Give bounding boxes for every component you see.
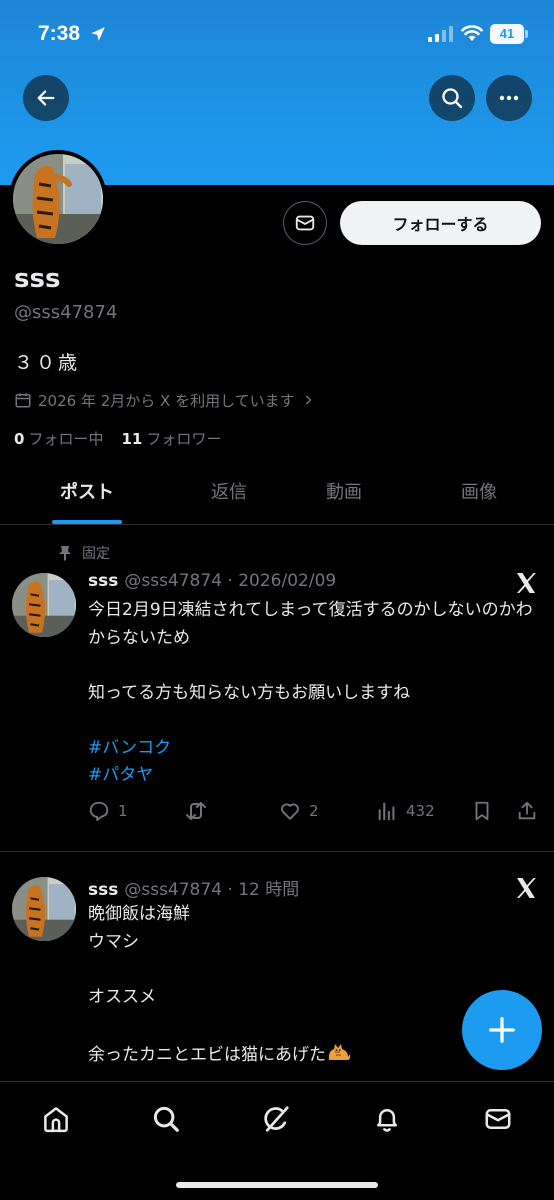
like-button[interactable]: 2 xyxy=(279,798,319,824)
hashtag-link[interactable]: #バンコク xyxy=(88,735,548,763)
post-divider xyxy=(0,851,554,852)
location-arrow-icon xyxy=(91,27,105,41)
following-count: 0 xyxy=(14,430,25,448)
plus-icon xyxy=(489,1017,515,1043)
post-text: 今日2月9日凍結されてしまって復活するのかしないのかわからないため 知ってる方も… xyxy=(88,597,548,790)
calendar-icon xyxy=(15,393,31,408)
profile-avatar[interactable] xyxy=(9,150,107,248)
like-count: 2 xyxy=(309,802,319,820)
active-tab-indicator xyxy=(52,520,122,524)
post-avatar[interactable] xyxy=(12,573,76,637)
envelope-icon xyxy=(295,215,315,231)
repost-icon xyxy=(186,802,206,820)
message-button[interactable] xyxy=(283,201,327,245)
compose-button[interactable] xyxy=(462,990,542,1070)
avatar-image xyxy=(13,154,103,244)
joined-text: 2026 年 2月から X を利用しています xyxy=(38,391,295,410)
envelope-icon xyxy=(485,1109,511,1129)
tab-posts[interactable]: ポスト xyxy=(22,470,152,524)
bookmark-icon xyxy=(475,801,489,821)
home-indicator xyxy=(176,1182,378,1188)
x-logo-icon xyxy=(517,878,536,898)
share-button[interactable] xyxy=(516,798,538,824)
pinned-indicator: 固定 xyxy=(58,543,110,563)
tab-replies[interactable]: 返信 xyxy=(164,470,294,524)
x-logo-icon xyxy=(517,573,536,593)
post-author-name[interactable]: sss xyxy=(88,880,118,900)
tab-images[interactable]: 画像 xyxy=(414,470,544,524)
status-bar: 7:38 41 xyxy=(0,0,554,70)
chevron-right-icon xyxy=(305,395,311,405)
post-author-name[interactable]: sss xyxy=(88,571,118,591)
battery-level: 41 xyxy=(499,26,515,41)
hashtag-link[interactable]: #パタヤ xyxy=(88,762,548,790)
search-button[interactable] xyxy=(429,75,475,121)
analytics-icon xyxy=(378,802,395,821)
post-header: sss @sss47874 · 2026/02/09 xyxy=(88,571,336,595)
followers-label: フォロワー xyxy=(146,430,222,448)
profile-handle: @sss47874 xyxy=(14,302,118,323)
home-icon xyxy=(44,1107,68,1133)
view-count: 432 xyxy=(406,802,435,820)
search-icon xyxy=(442,88,463,109)
following-stat[interactable]: 0 フォロー中 xyxy=(14,428,103,449)
nav-search[interactable] xyxy=(149,1102,183,1136)
following-label: フォロー中 xyxy=(28,430,104,448)
profile-tabs: ポスト 返信 動画 画像 xyxy=(0,470,554,525)
pin-icon xyxy=(59,546,71,561)
bell-icon xyxy=(377,1109,397,1132)
post-body: 今日2月9日凍結されてしまって復活するのかしないのかわからないため 知ってる方も… xyxy=(88,600,533,703)
post-actions: 1 2 432 xyxy=(88,798,542,824)
nav-notifications[interactable] xyxy=(370,1102,404,1136)
battery-indicator: 41 xyxy=(490,24,528,44)
profile-bio: ３０歳 xyxy=(14,352,81,374)
post-body: 晩御飯は海鮮 ウマシ オススメ 余ったカニとエビは猫にあげた xyxy=(88,904,326,1065)
back-button[interactable] xyxy=(23,75,69,121)
profile-display-name: sss xyxy=(14,264,61,294)
search-icon xyxy=(153,1106,179,1132)
followers-count: 11 xyxy=(121,430,143,448)
nav-home[interactable] xyxy=(39,1102,73,1136)
wifi-icon xyxy=(461,25,483,41)
reply-button[interactable]: 1 xyxy=(88,798,128,824)
follow-stats: 0 フォロー中 11 フォロワー xyxy=(14,428,221,449)
cellular-signal-icon xyxy=(428,26,453,42)
post-avatar[interactable] xyxy=(12,877,76,941)
more-button[interactable] xyxy=(486,75,532,121)
share-icon xyxy=(518,801,536,820)
reply-icon xyxy=(89,801,109,822)
more-horizontal-icon xyxy=(499,95,519,101)
repost-button[interactable] xyxy=(184,798,208,824)
status-time: 7:38 xyxy=(38,22,81,45)
joined-date[interactable]: 2026 年 2月から X を利用しています xyxy=(14,388,315,412)
arrow-left-icon xyxy=(37,90,55,106)
tab-videos[interactable]: 動画 xyxy=(279,470,409,524)
post-handle-time: @sss47874 · 2026/02/09 xyxy=(124,571,337,591)
avatar-image xyxy=(12,877,76,941)
grok-icon xyxy=(264,1106,289,1132)
heart-icon xyxy=(281,803,299,820)
post-handle-time: @sss47874 · 12 時間 xyxy=(124,880,300,900)
cat-emoji-icon xyxy=(328,1043,351,1060)
post-header: sss @sss47874 · 12 時間 xyxy=(88,875,300,900)
nav-grok[interactable] xyxy=(259,1102,293,1136)
pinned-label: 固定 xyxy=(82,546,110,562)
nav-messages[interactable] xyxy=(481,1102,515,1136)
followers-stat[interactable]: 11 フォロワー xyxy=(121,428,221,449)
follow-button[interactable]: フォローする xyxy=(340,201,541,245)
bookmark-button[interactable] xyxy=(471,798,493,824)
avatar-image xyxy=(12,573,76,637)
views-button[interactable]: 432 xyxy=(376,798,435,824)
reply-count: 1 xyxy=(118,802,128,820)
